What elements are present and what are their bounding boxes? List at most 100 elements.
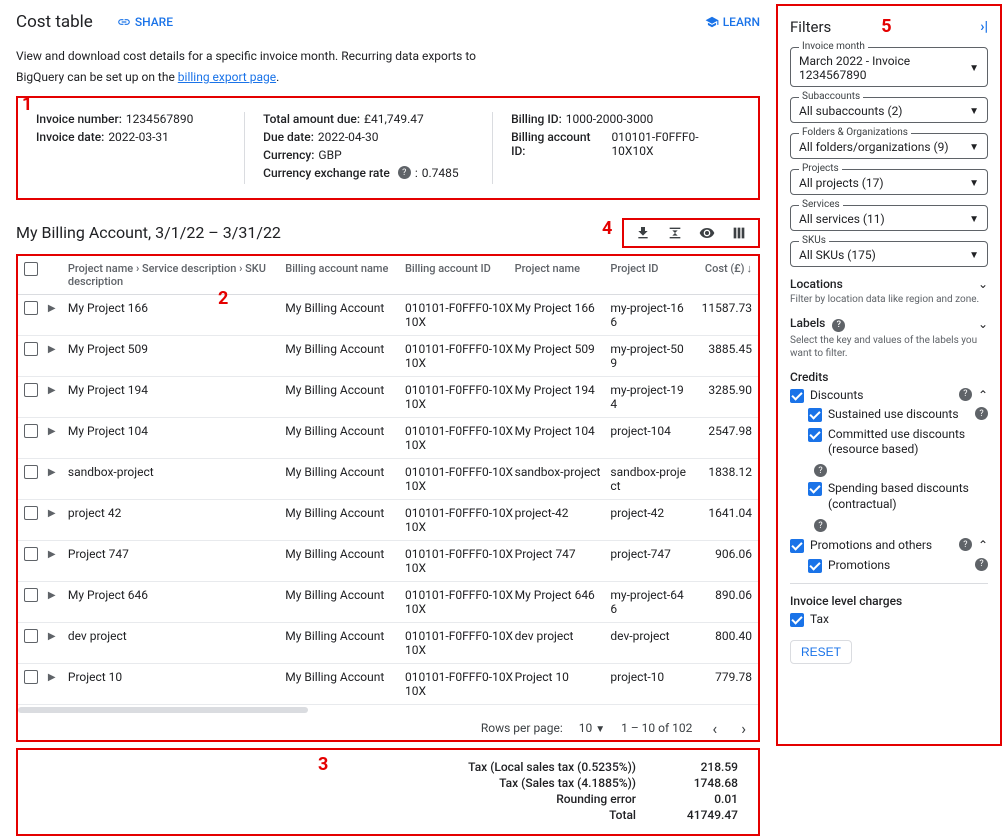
col-header-ban[interactable]: Billing account name xyxy=(285,262,405,288)
horizontal-scrollbar[interactable] xyxy=(18,707,758,713)
skus-select[interactable]: SKUs All SKUs (175)▼ xyxy=(790,241,988,267)
services-select[interactable]: Services All services (11)▼ xyxy=(790,205,988,231)
expand-row-icon[interactable]: ▶ xyxy=(48,590,56,601)
cell-ban: My Billing Account xyxy=(285,465,405,479)
help-icon[interactable]: ? xyxy=(814,464,827,477)
row-checkbox[interactable] xyxy=(24,424,38,438)
cell-baid: 010101-F0FFF0-10X10X xyxy=(405,424,515,452)
row-checkbox[interactable] xyxy=(24,629,38,643)
expand-row-icon[interactable]: ▶ xyxy=(48,508,56,519)
credits-title: Credits xyxy=(790,370,988,384)
cell-pid: project-104 xyxy=(610,424,690,438)
billing-export-link[interactable]: billing export page xyxy=(178,70,276,84)
cell-ban: My Billing Account xyxy=(285,670,405,684)
discounts-checkbox[interactable] xyxy=(790,389,804,403)
col-header-project[interactable]: Project name › Service description › SKU… xyxy=(68,262,285,288)
columns-button[interactable] xyxy=(730,224,748,242)
expand-row-icon[interactable]: ▶ xyxy=(48,385,56,396)
billing-id-value: 1000-2000-3000 xyxy=(566,112,654,126)
cell-ban: My Billing Account xyxy=(285,629,405,643)
help-icon[interactable]: ? xyxy=(959,538,972,551)
expand-row-icon[interactable]: ▶ xyxy=(48,549,56,560)
promo-others-checkbox[interactable] xyxy=(790,539,804,553)
cell-cost: 2547.98 xyxy=(690,424,752,438)
promotions-checkbox[interactable] xyxy=(808,559,822,573)
download-icon xyxy=(635,225,651,241)
cell-pn: My Project 194 xyxy=(515,383,611,397)
next-page-button[interactable]: › xyxy=(737,719,750,738)
col-header-baid[interactable]: Billing account ID xyxy=(405,262,515,288)
help-icon[interactable]: ? xyxy=(398,166,411,179)
row-checkbox[interactable] xyxy=(24,547,38,561)
locations-toggle[interactable]: Locations⌄ xyxy=(790,277,988,291)
promo-others-toggle[interactable]: Promotions and others ? ⌃ xyxy=(790,538,988,554)
columns-icon xyxy=(731,225,747,241)
sustained-label: Sustained use discounts xyxy=(828,407,965,423)
help-icon[interactable]: ? xyxy=(959,388,972,401)
prev-page-button[interactable]: ‹ xyxy=(708,719,721,738)
invoice-date-label: Invoice date: xyxy=(36,130,104,144)
col-header-pid[interactable]: Project ID xyxy=(610,262,690,288)
spending-checkbox[interactable] xyxy=(808,482,822,496)
learn-button[interactable]: LEARN xyxy=(705,15,760,29)
help-icon[interactable]: ? xyxy=(975,407,988,420)
download-button[interactable] xyxy=(634,224,652,242)
eye-icon xyxy=(699,225,715,241)
billing-id-label: Billing ID: xyxy=(511,112,562,126)
row-checkbox[interactable] xyxy=(24,342,38,356)
table-row: ▶dev projectMy Billing Account010101-F0F… xyxy=(18,623,758,664)
invoice-month-select[interactable]: Invoice month March 2022 - Invoice 12345… xyxy=(790,47,988,87)
cell-pid: project-10 xyxy=(610,670,690,684)
row-checkbox[interactable] xyxy=(24,383,38,397)
expand-row-icon[interactable]: ▶ xyxy=(48,467,56,478)
caret-down-icon: ▼ xyxy=(595,724,605,735)
total-due-value: £41,749.47 xyxy=(364,112,424,126)
row-checkbox[interactable] xyxy=(24,301,38,315)
help-icon[interactable]: ? xyxy=(975,558,988,571)
folders-select[interactable]: Folders & Organizations All folders/orga… xyxy=(790,133,988,159)
tax-label: Tax xyxy=(810,612,988,628)
cell-ban: My Billing Account xyxy=(285,383,405,397)
col-header-cost[interactable]: Cost (£)↓ xyxy=(690,262,752,288)
labels-toggle[interactable]: Labels ?⌄ xyxy=(790,316,988,332)
visibility-button[interactable] xyxy=(698,224,716,242)
help-icon[interactable]: ? xyxy=(832,319,845,332)
table-row: ▶project 42My Billing Account010101-F0FF… xyxy=(18,500,758,541)
help-icon[interactable]: ? xyxy=(814,519,827,532)
discounts-toggle[interactable]: Discounts ? ⌃ xyxy=(790,388,988,404)
expand-row-icon[interactable]: ▶ xyxy=(48,303,56,314)
pagination: Rows per page: 10 ▼ 1 – 10 of 102 ‹ › xyxy=(18,713,758,740)
tax1-value: 218.59 xyxy=(668,760,738,774)
cell-baid: 010101-F0FFF0-10X10X xyxy=(405,588,515,616)
cell-pn: My Project 646 xyxy=(515,588,611,602)
row-checkbox[interactable] xyxy=(24,588,38,602)
sustained-checkbox[interactable] xyxy=(808,408,822,422)
cell-baid: 010101-F0FFF0-10X10X xyxy=(405,342,515,370)
col-header-pn[interactable]: Project name xyxy=(515,262,611,288)
expand-row-icon[interactable]: ▶ xyxy=(48,344,56,355)
labels-desc: Select the key and values of the labels … xyxy=(790,334,988,360)
cell-pid: my-project-646 xyxy=(610,588,690,616)
rows-per-page-select[interactable]: 10 ▼ xyxy=(579,721,605,735)
share-button[interactable]: SHARE xyxy=(117,15,173,29)
collapse-button[interactable] xyxy=(666,224,684,242)
cell-baid: 010101-F0FFF0-10X10X xyxy=(405,383,515,411)
cell-pn: My Project 104 xyxy=(515,424,611,438)
cell-project-name: My Project 166 xyxy=(68,301,285,315)
tax-checkbox[interactable] xyxy=(790,613,804,627)
row-checkbox[interactable] xyxy=(24,465,38,479)
projects-select[interactable]: Projects All projects (17)▼ xyxy=(790,169,988,195)
row-checkbox[interactable] xyxy=(24,506,38,520)
row-checkbox[interactable] xyxy=(24,670,38,684)
table-toolbar: 4 xyxy=(622,218,760,248)
expand-row-icon[interactable]: ▶ xyxy=(48,631,56,642)
committed-checkbox[interactable] xyxy=(808,428,822,442)
committed-label: Committed use discounts (resource based) xyxy=(828,427,988,458)
collapse-panel-button[interactable]: ›| xyxy=(980,19,988,35)
subaccounts-select[interactable]: Subaccounts All subaccounts (2)▼ xyxy=(790,97,988,123)
cell-cost: 3285.90 xyxy=(690,383,752,397)
expand-row-icon[interactable]: ▶ xyxy=(48,672,56,683)
expand-row-icon[interactable]: ▶ xyxy=(48,426,56,437)
reset-button[interactable]: RESET xyxy=(790,640,852,664)
select-all-checkbox[interactable] xyxy=(24,262,38,276)
